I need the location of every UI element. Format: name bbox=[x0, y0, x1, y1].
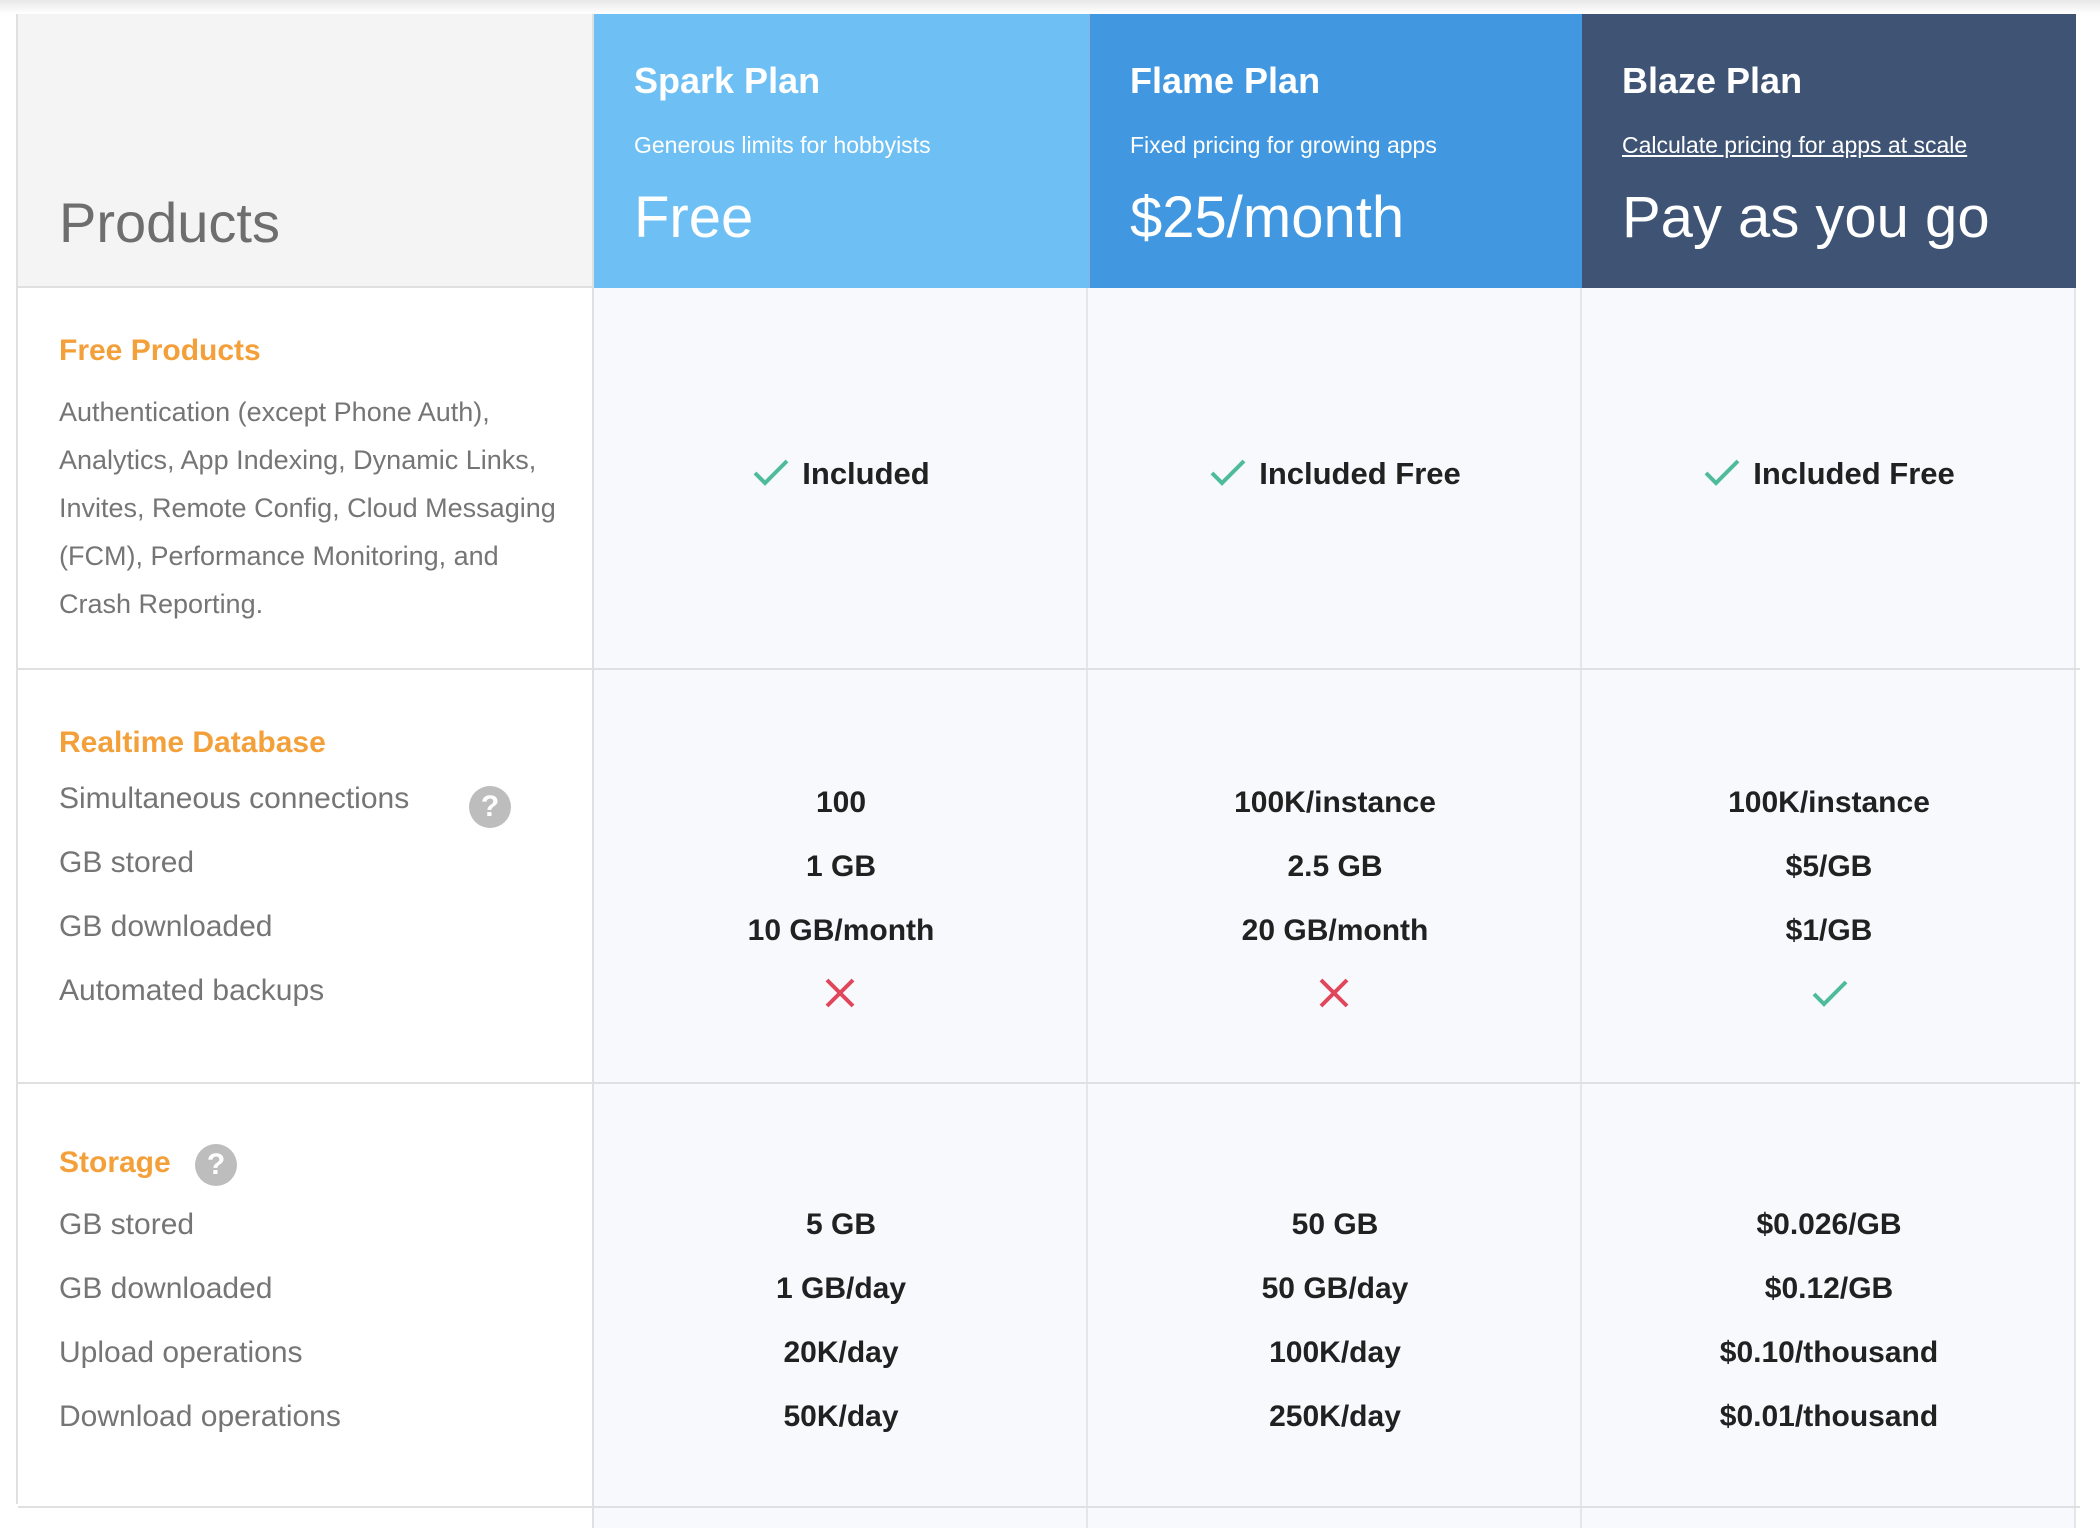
storage-title: Storage bbox=[59, 1146, 171, 1179]
gb-stored-label: GB stored bbox=[59, 1208, 195, 1241]
connections-value: 100 bbox=[815, 786, 867, 819]
check-icon bbox=[1704, 459, 1740, 486]
next-row-cell bbox=[1582, 1508, 2076, 1528]
calculate-pricing-link[interactable]: Calculate pricing for apps at scale bbox=[1622, 132, 1967, 159]
simultaneous-connections-label: Simultaneous connections bbox=[59, 782, 410, 815]
downloaded-value: 20 GB/month bbox=[1241, 914, 1429, 947]
pricing-table: Products Spark Plan Generous limits for … bbox=[16, 14, 2080, 1528]
blaze-plan-header: Blaze Plan Calculate pricing for apps at… bbox=[1582, 14, 2076, 288]
cross-icon bbox=[1319, 978, 1349, 1008]
pricing-page: Products Spark Plan Generous limits for … bbox=[0, 0, 2100, 1528]
included-label: Included bbox=[802, 456, 930, 491]
realtime-database-title: Realtime Database bbox=[59, 726, 326, 759]
spark-realtime-database-cell: 100 1 GB 10 GB/month bbox=[594, 670, 1088, 1082]
included-value: Included Free bbox=[1088, 456, 1582, 492]
cross-icon bbox=[825, 978, 855, 1008]
next-row-label-cell bbox=[18, 1508, 594, 1528]
downloaded-value: 50 GB/day bbox=[1261, 1272, 1409, 1305]
plan-subtitle: Fixed pricing for growing apps bbox=[1130, 132, 1437, 158]
gb-downloaded-label: GB downloaded bbox=[59, 910, 273, 943]
included-label: Included Free bbox=[1753, 456, 1955, 491]
spark-storage-cell: 5 GB 1 GB/day 20K/day 50K/day bbox=[594, 1084, 1088, 1506]
flame-plan-header: Flame Plan Fixed pricing for growing app… bbox=[1088, 14, 1582, 288]
spark-plan-header: Spark Plan Generous limits for hobbyists… bbox=[594, 14, 1088, 288]
check-icon bbox=[1812, 980, 1848, 1007]
included-label: Included Free bbox=[1259, 456, 1461, 491]
plan-subtitle: Generous limits for hobbyists bbox=[634, 132, 931, 158]
stored-value: 50 GB bbox=[1291, 1208, 1379, 1241]
next-row bbox=[18, 1508, 2080, 1528]
free-products-row: Free Products Authentication (except Pho… bbox=[18, 288, 2080, 670]
included-value: Included bbox=[594, 456, 1088, 492]
download-ops-value: $0.01/thousand bbox=[1719, 1400, 1939, 1433]
gb-stored-label: GB stored bbox=[59, 846, 195, 879]
stored-value: $5/GB bbox=[1785, 850, 1873, 883]
flame-storage-cell: 50 GB 50 GB/day 100K/day 250K/day bbox=[1088, 1084, 1582, 1506]
free-products-label-cell: Free Products Authentication (except Pho… bbox=[18, 288, 594, 668]
storage-label-cell: Storage ? GB stored GB downloaded Upload… bbox=[18, 1084, 594, 1506]
downloaded-value: 1 GB/day bbox=[775, 1272, 907, 1305]
free-products-description: Authentication (except Phone Auth), Anal… bbox=[59, 397, 556, 619]
top-shadow bbox=[0, 0, 2100, 14]
downloaded-value: $0.12/GB bbox=[1764, 1272, 1894, 1305]
plan-price: $25/month bbox=[1130, 185, 1405, 250]
products-header-cell: Products bbox=[18, 14, 594, 288]
upload-ops-value: 20K/day bbox=[783, 1336, 899, 1369]
realtime-database-label-cell: Realtime Database Simultaneous connectio… bbox=[18, 670, 594, 1082]
gb-downloaded-label: GB downloaded bbox=[59, 1272, 273, 1305]
spark-free-products-cell: Included bbox=[594, 288, 1088, 668]
check-icon bbox=[753, 459, 789, 486]
plan-price: Pay as you go bbox=[1622, 185, 1990, 250]
flame-realtime-database-cell: 100K/instance 2.5 GB 20 GB/month bbox=[1088, 670, 1582, 1082]
included-value: Included Free bbox=[1582, 456, 2076, 492]
next-row-cell bbox=[594, 1508, 1088, 1528]
plan-name: Flame Plan bbox=[1130, 60, 1321, 101]
next-row-cell bbox=[1088, 1508, 1582, 1528]
stored-value: 5 GB bbox=[805, 1208, 877, 1241]
stored-value: 2.5 GB bbox=[1287, 850, 1383, 883]
products-title: Products bbox=[59, 191, 280, 254]
blaze-realtime-database-cell: 100K/instance $5/GB $1/GB bbox=[1582, 670, 2076, 1082]
stored-value: 1 GB bbox=[805, 850, 877, 883]
upload-operations-label: Upload operations bbox=[59, 1336, 303, 1369]
realtime-database-row: Realtime Database Simultaneous connectio… bbox=[18, 670, 2080, 1084]
plan-name: Spark Plan bbox=[634, 60, 821, 101]
help-icon[interactable]: ? bbox=[195, 1144, 237, 1186]
downloaded-value: $1/GB bbox=[1785, 914, 1873, 947]
download-ops-value: 50K/day bbox=[783, 1400, 899, 1433]
upload-ops-value: 100K/day bbox=[1269, 1336, 1401, 1369]
stored-value: $0.026/GB bbox=[1756, 1208, 1902, 1241]
free-products-title: Free Products bbox=[59, 334, 261, 367]
check-icon bbox=[1210, 459, 1246, 486]
plan-name: Blaze Plan bbox=[1622, 60, 1803, 101]
flame-free-products-cell: Included Free bbox=[1088, 288, 1582, 668]
plan-price: Free bbox=[634, 185, 754, 250]
blaze-storage-cell: $0.026/GB $0.12/GB $0.10/thousand $0.01/… bbox=[1582, 1084, 2076, 1506]
blaze-free-products-cell: Included Free bbox=[1582, 288, 2076, 668]
downloaded-value: 10 GB/month bbox=[747, 914, 935, 947]
connections-value: 100K/instance bbox=[1728, 786, 1930, 819]
download-ops-value: 250K/day bbox=[1269, 1400, 1401, 1433]
upload-ops-value: $0.10/thousand bbox=[1719, 1336, 1939, 1369]
storage-row: Storage ? GB stored GB downloaded Upload… bbox=[18, 1084, 2080, 1508]
automated-backups-label: Automated backups bbox=[59, 974, 325, 1007]
connections-value: 100K/instance bbox=[1234, 786, 1436, 819]
help-icon[interactable]: ? bbox=[469, 786, 511, 828]
download-operations-label: Download operations bbox=[59, 1400, 341, 1433]
